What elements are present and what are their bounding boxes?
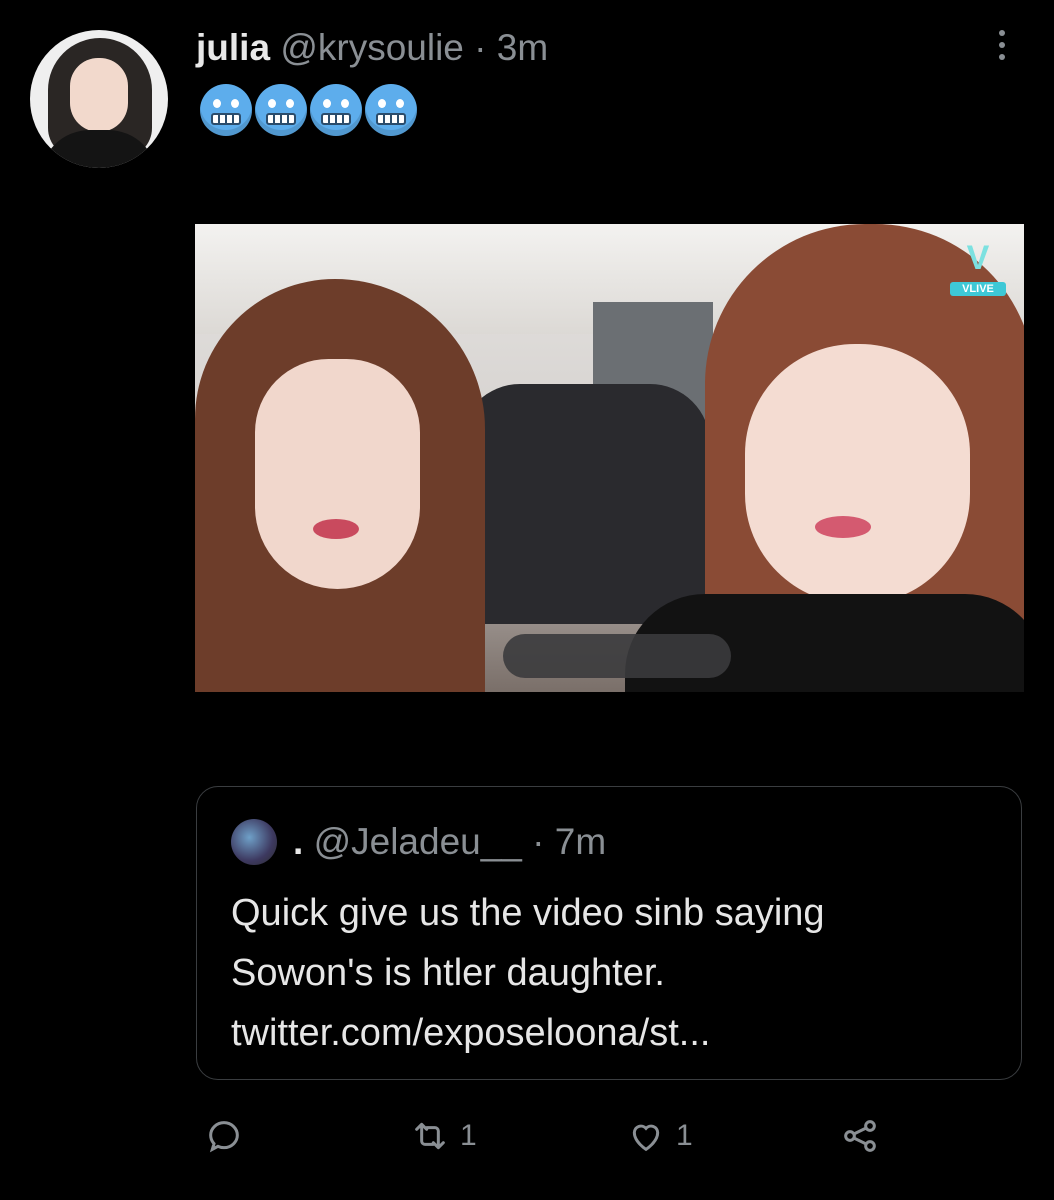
reply-icon (209, 1121, 239, 1153)
quoted-timestamp[interactable]: 7m (555, 821, 606, 862)
like-count: 1 (676, 1119, 693, 1152)
cold-face-emoji (255, 84, 307, 136)
reply-button[interactable] (204, 1116, 244, 1156)
vlive-logo: V VLIVE (950, 238, 1006, 308)
quoted-handle[interactable]: @Jeladeu__ (314, 821, 522, 862)
tweet-text (200, 84, 417, 136)
display-name[interactable]: julia (196, 27, 270, 68)
redacted-bar (503, 634, 731, 678)
cold-face-emoji (200, 84, 252, 136)
like-button[interactable]: 1 (626, 1116, 693, 1156)
author-avatar[interactable] (30, 30, 168, 168)
heart-icon (632, 1124, 660, 1152)
share-icon (844, 1120, 876, 1152)
quoted-author-avatar[interactable] (231, 819, 277, 865)
share-button[interactable] (840, 1116, 880, 1156)
retweet-button[interactable]: 1 (410, 1116, 477, 1156)
quoted-display-name[interactable]: . (293, 821, 303, 862)
separator: · (532, 821, 545, 862)
timestamp[interactable]: 3m (497, 27, 548, 68)
tweet-media-image[interactable]: V VLIVE (195, 224, 1024, 692)
quoted-link[interactable]: twitter.com/exposeloona/st... (231, 1003, 1001, 1063)
quoted-text-line: Sowon's is htler daughter. (231, 952, 665, 994)
separator: · (474, 27, 487, 68)
retweet-icon (415, 1122, 445, 1150)
handle[interactable]: @krysoulie (280, 27, 464, 68)
cold-face-emoji (310, 84, 362, 136)
more-options-icon[interactable] (995, 30, 1009, 66)
cold-face-emoji (365, 84, 417, 136)
retweet-count: 1 (460, 1119, 477, 1152)
quoted-tweet-text: Quick give us the video sinb saying Sowo… (231, 883, 1001, 1063)
tweet-actions: 1 1 (0, 1110, 1054, 1160)
quoted-tweet[interactable]: . @Jeladeu__ · 7m Quick give us the vide… (196, 786, 1022, 1080)
tweet-header: julia @krysoulie · 3m (196, 26, 548, 70)
quoted-text-line: Quick give us the video sinb saying (231, 892, 825, 934)
quoted-tweet-header: . @Jeladeu__ · 7m (293, 819, 606, 865)
